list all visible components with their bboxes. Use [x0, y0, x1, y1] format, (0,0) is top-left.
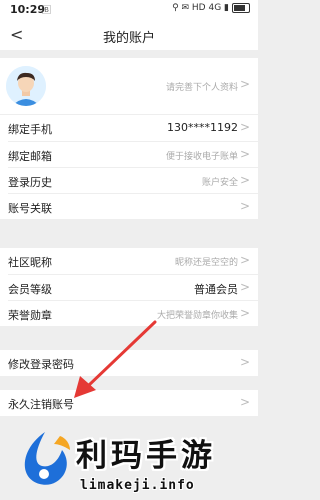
watermark-title: 利玛手游	[76, 438, 216, 474]
avatar-person-icon	[6, 66, 46, 106]
row-member-level[interactable]: 会员等级 普通会员 >	[0, 275, 258, 301]
profile-row[interactable]: 请完善下个人资料 >	[0, 58, 258, 114]
row-label: 社区昵称	[8, 256, 52, 269]
row-value: 130****1192	[167, 121, 238, 134]
chevron-right-icon: >	[239, 355, 250, 369]
password-section: 修改登录密码 >	[0, 350, 258, 376]
deactivate-section: 永久注销账号 >	[0, 390, 258, 416]
row-medals[interactable]: 荣誉勋章 大把荣誉勋章你收集 >	[0, 301, 258, 327]
watermark: 利玛手游 limakeji.info	[0, 420, 258, 500]
account-binding-section: 绑定手机 130****1192 > 绑定邮箱 便于接收电子账单 > 登录历史 …	[0, 115, 258, 219]
avatar[interactable]	[6, 66, 46, 106]
row-change-password[interactable]: 修改登录密码 >	[0, 350, 258, 376]
row-value: 大把荣誉勋章你收集	[156, 311, 238, 321]
row-label: 登录历史	[8, 176, 52, 189]
status-bar: 10:29 🄱 ⚲ ✉ HD 4G ▮	[0, 0, 258, 20]
row-bind-email[interactable]: 绑定邮箱 便于接收电子账单 >	[0, 142, 258, 168]
status-right-icons: ⚲ ✉ HD 4G ▮	[172, 3, 250, 13]
row-label: 永久注销账号	[8, 398, 74, 411]
watermark-url: limakeji.info	[80, 478, 195, 493]
chevron-right-icon: >	[239, 77, 250, 91]
row-bind-phone[interactable]: 绑定手机 130****1192 >	[0, 115, 258, 141]
navigation-bar: < 我的账户	[0, 20, 258, 50]
row-value: 昵称还是空空的	[174, 258, 238, 268]
row-label: 荣誉勋章	[8, 309, 52, 322]
status-indicators: ⚲ ✉ HD 4G ▮	[172, 3, 229, 13]
system-icon: 🄱	[42, 6, 52, 16]
chevron-right-icon: >	[239, 395, 250, 409]
row-nickname[interactable]: 社区昵称 昵称还是空空的 >	[0, 248, 258, 274]
row-value: 账户安全	[201, 178, 238, 188]
row-label: 账号关联	[8, 202, 52, 215]
chevron-right-icon: >	[239, 173, 250, 187]
row-value: 普通会员	[194, 283, 238, 296]
watermark-logo-icon	[24, 432, 70, 485]
row-label: 修改登录密码	[8, 358, 74, 371]
profile-hint: 请完善下个人资料	[165, 83, 238, 93]
chevron-right-icon: >	[239, 253, 250, 267]
page-title: 我的账户	[102, 31, 155, 46]
battery-icon	[232, 3, 250, 13]
row-deactivate-account[interactable]: 永久注销账号 >	[0, 390, 258, 416]
chevron-right-icon: >	[239, 199, 250, 213]
chevron-right-icon: >	[239, 120, 250, 134]
row-value: 便于接收电子账单	[165, 152, 238, 162]
row-account-link[interactable]: 账号关联 >	[0, 194, 258, 220]
row-label: 会员等级	[8, 283, 52, 296]
row-label: 绑定手机	[8, 123, 52, 136]
row-label: 绑定邮箱	[8, 150, 52, 163]
chevron-right-icon: >	[239, 147, 250, 161]
chevron-right-icon: >	[239, 280, 250, 294]
row-login-history[interactable]: 登录历史 账户安全 >	[0, 168, 258, 194]
status-time: 10:29	[10, 3, 46, 16]
community-section: 社区昵称 昵称还是空空的 > 会员等级 普通会员 > 荣誉勋章 大把荣誉勋章你收…	[0, 248, 258, 326]
chevron-right-icon: >	[239, 306, 250, 320]
